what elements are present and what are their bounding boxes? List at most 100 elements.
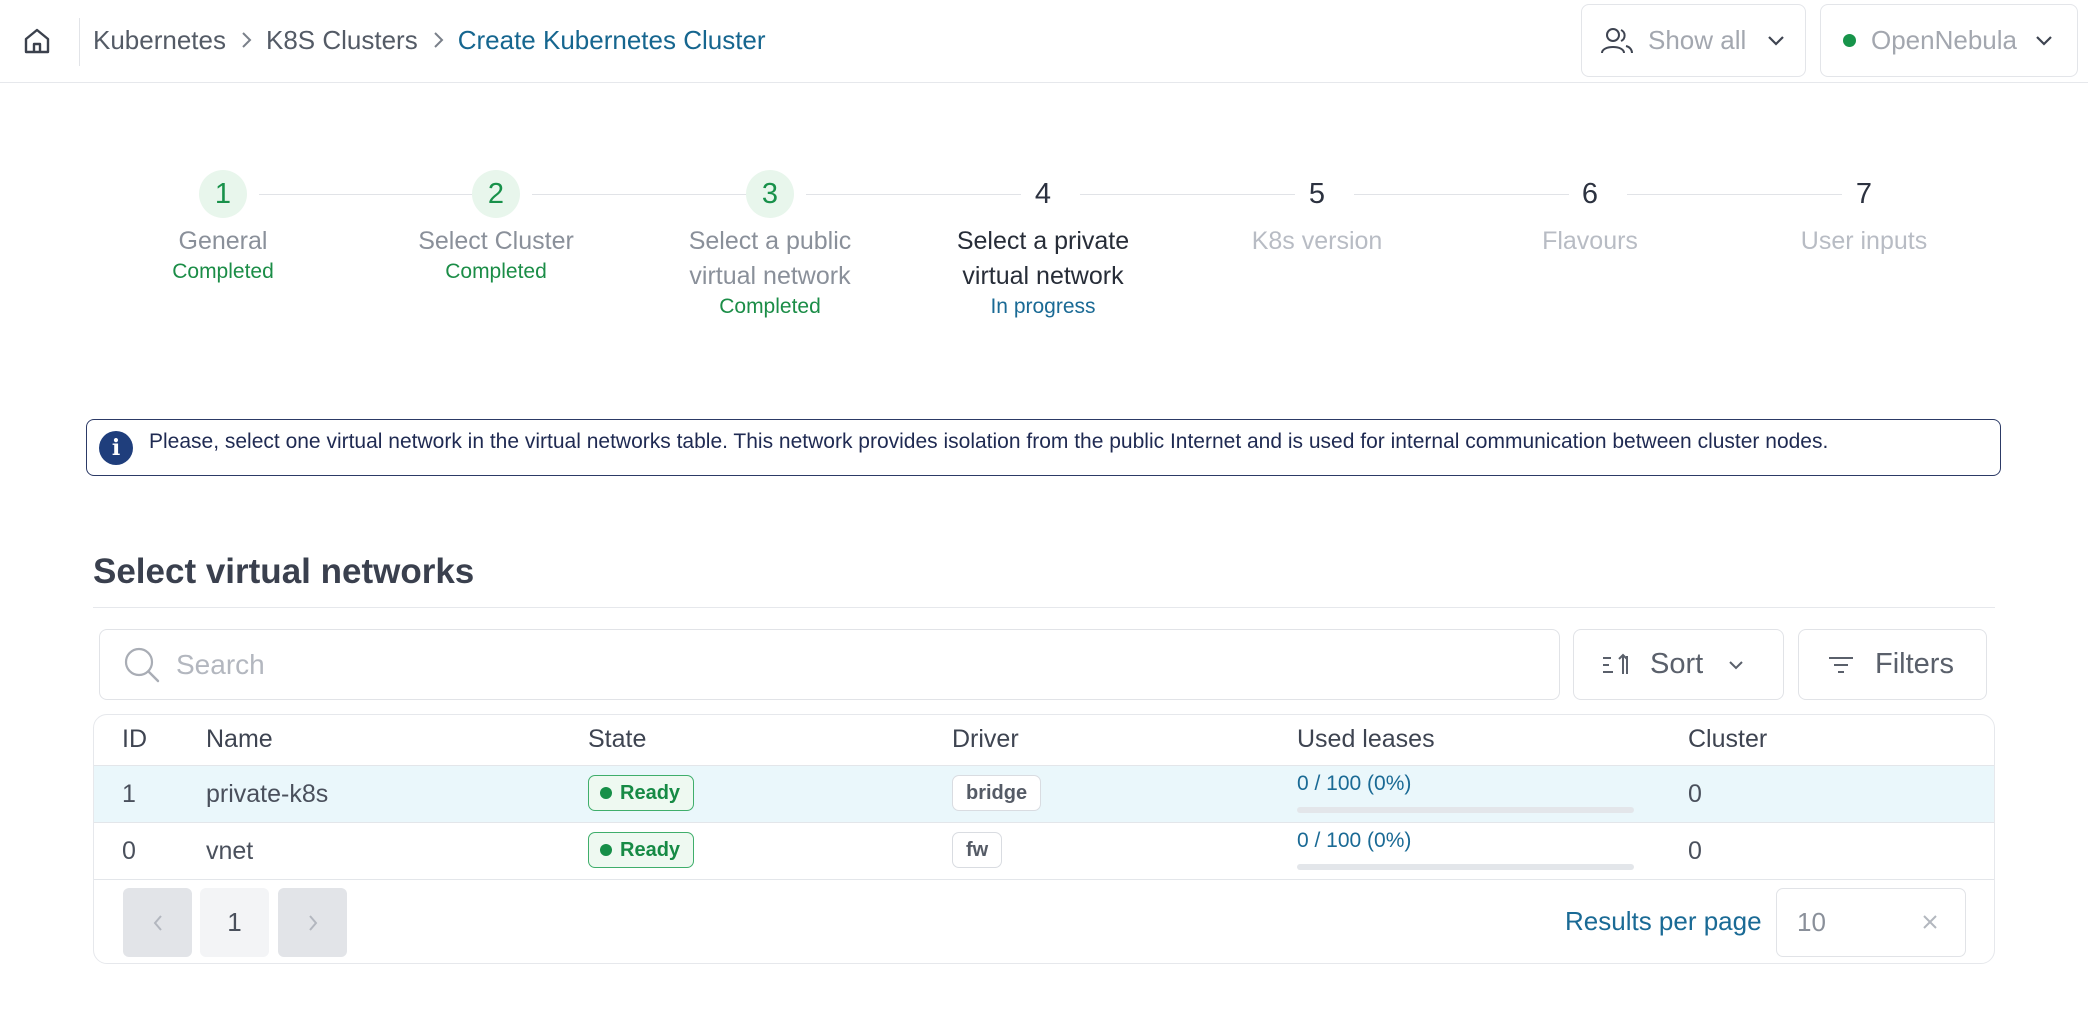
chevron-right-icon xyxy=(308,914,317,931)
chevron-down-icon xyxy=(2036,35,2052,46)
search-input[interactable] xyxy=(176,648,1476,681)
divider xyxy=(93,607,1995,608)
column-header-driver[interactable]: Driver xyxy=(952,725,1019,754)
breadcrumb-current: Create Kubernetes Cluster xyxy=(457,24,766,55)
step-number: 1 xyxy=(199,170,247,218)
step-status: Completed xyxy=(445,260,547,283)
sort-label: Sort xyxy=(1650,648,1704,680)
step-number: 7 xyxy=(1855,177,1873,210)
step-title-line: virtual network xyxy=(689,262,851,290)
step-title-line: Select a public xyxy=(688,227,852,255)
leases-text: 0 / 100 (0%) xyxy=(1297,772,1412,795)
search-icon xyxy=(124,647,160,682)
step-title: K8s version xyxy=(1251,227,1383,255)
divider xyxy=(79,18,80,66)
leases-progress-bar xyxy=(1297,807,1634,813)
results-per-page-value: 10 xyxy=(1797,907,1826,937)
close-icon[interactable] xyxy=(1919,911,1941,933)
group-filter-label: Show all xyxy=(1648,25,1747,55)
leases-progress-bar xyxy=(1297,864,1634,870)
home-button[interactable] xyxy=(22,26,56,56)
step-status: In progress xyxy=(990,295,1096,318)
step-title: Flavours xyxy=(1542,227,1638,255)
table-header: ID Name State Driver Used leases Cluster xyxy=(94,715,1994,765)
step-number: 5 xyxy=(1308,177,1326,210)
step-public-network: 3 Select a public virtual network Comple… xyxy=(650,170,890,320)
column-header-name[interactable]: Name xyxy=(206,725,273,754)
driver-badge-label: bridge xyxy=(966,781,1028,804)
step-number: 6 xyxy=(1581,177,1599,210)
status-badge: Ready xyxy=(588,832,695,868)
sort-button[interactable]: Sort xyxy=(1573,629,1784,700)
step-title-line: Select a private xyxy=(956,227,1130,255)
driver-badge: bridge xyxy=(952,775,1042,811)
status-dot xyxy=(1843,34,1856,47)
step-title: Select a private virtual network xyxy=(923,224,1163,294)
step-title: Select Cluster xyxy=(418,227,574,255)
step-status: Completed xyxy=(172,260,274,283)
step-title-line: virtual network xyxy=(962,262,1124,290)
column-header-used-leases[interactable]: Used leases xyxy=(1297,725,1435,754)
driver-badge: fw xyxy=(952,832,1003,868)
table-footer: 1 Results per page 10 xyxy=(94,879,1994,963)
status-dot xyxy=(600,787,612,799)
cell-id: 0 xyxy=(122,837,136,865)
info-alert: i Please, select one virtual network in … xyxy=(86,419,2001,476)
previous-page-button[interactable] xyxy=(123,888,192,957)
info-icon: i xyxy=(99,430,133,465)
chevron-right-icon xyxy=(226,22,266,58)
users-icon xyxy=(1601,27,1633,53)
chevron-down-icon xyxy=(1768,35,1785,46)
table-row[interactable]: 1 private-k8s Ready bridge 0 / 100 (0%) … xyxy=(94,765,1994,822)
cloud-selector-dropdown[interactable]: OpenNebula xyxy=(1820,4,2078,77)
status-dot xyxy=(600,844,612,856)
driver-badge-label: fw xyxy=(966,838,989,861)
top-bar: Kubernetes K8S Clusters Create Kubernete… xyxy=(0,0,2088,83)
search-box[interactable] xyxy=(99,629,1560,700)
step-k8s-version: 5 K8s version xyxy=(1197,170,1437,259)
step-title: General xyxy=(178,227,268,255)
page-number-button[interactable]: 1 xyxy=(200,888,269,957)
breadcrumb-item-k8s-clusters[interactable]: K8S Clusters xyxy=(266,25,418,56)
step-private-network: 4 Select a private virtual network In pr… xyxy=(923,170,1163,320)
table-row[interactable]: 0 vnet Ready fw 0 / 100 (0%) 0 xyxy=(94,822,1994,879)
status-badge-label: Ready xyxy=(620,781,681,804)
sort-icon xyxy=(1603,653,1628,674)
breadcrumb: Kubernetes K8S Clusters Create Kubernete… xyxy=(93,22,766,58)
chevron-down-icon xyxy=(1729,660,1743,669)
home-icon xyxy=(24,28,50,54)
step-status: Completed xyxy=(719,295,821,318)
step-title: Select a public virtual network xyxy=(650,224,890,294)
section-title: Select virtual networks xyxy=(93,552,475,591)
group-filter-dropdown[interactable]: Show all xyxy=(1581,4,1806,77)
step-number: 3 xyxy=(746,170,794,218)
step-general: 1 General Completed xyxy=(103,170,343,285)
filters-button[interactable]: Filters xyxy=(1798,629,1987,700)
step-select-cluster: 2 Select Cluster Completed xyxy=(376,170,616,285)
status-badge: Ready xyxy=(588,775,695,811)
results-per-page-select[interactable]: 10 xyxy=(1776,888,1966,957)
step-title: User inputs xyxy=(1800,227,1928,255)
cell-cluster: 0 xyxy=(1688,837,1702,865)
virtual-networks-table: ID Name State Driver Used leases Cluster… xyxy=(93,714,1995,964)
column-header-cluster[interactable]: Cluster xyxy=(1688,725,1767,754)
cell-name: private-k8s xyxy=(206,780,329,808)
breadcrumb-item-kubernetes[interactable]: Kubernetes xyxy=(93,25,226,56)
info-text: Please, select one virtual network in th… xyxy=(149,429,1829,453)
step-number: 4 xyxy=(1034,177,1052,210)
leases-text: 0 / 100 (0%) xyxy=(1297,829,1412,852)
next-page-button[interactable] xyxy=(278,888,347,957)
step-user-inputs: 7 User inputs xyxy=(1744,170,1984,259)
cell-id: 1 xyxy=(122,780,136,808)
chevron-left-icon xyxy=(153,914,162,931)
filter-icon xyxy=(1829,656,1853,673)
cell-cluster: 0 xyxy=(1688,780,1702,808)
step-flavours: 6 Flavours xyxy=(1470,170,1710,259)
cell-name: vnet xyxy=(206,837,254,865)
chevron-right-icon xyxy=(418,22,458,58)
column-header-state[interactable]: State xyxy=(588,725,646,754)
cloud-selector-label: OpenNebula xyxy=(1871,25,2017,55)
status-badge-label: Ready xyxy=(620,838,681,861)
column-header-id[interactable]: ID xyxy=(122,725,147,754)
filters-label: Filters xyxy=(1875,648,1954,680)
